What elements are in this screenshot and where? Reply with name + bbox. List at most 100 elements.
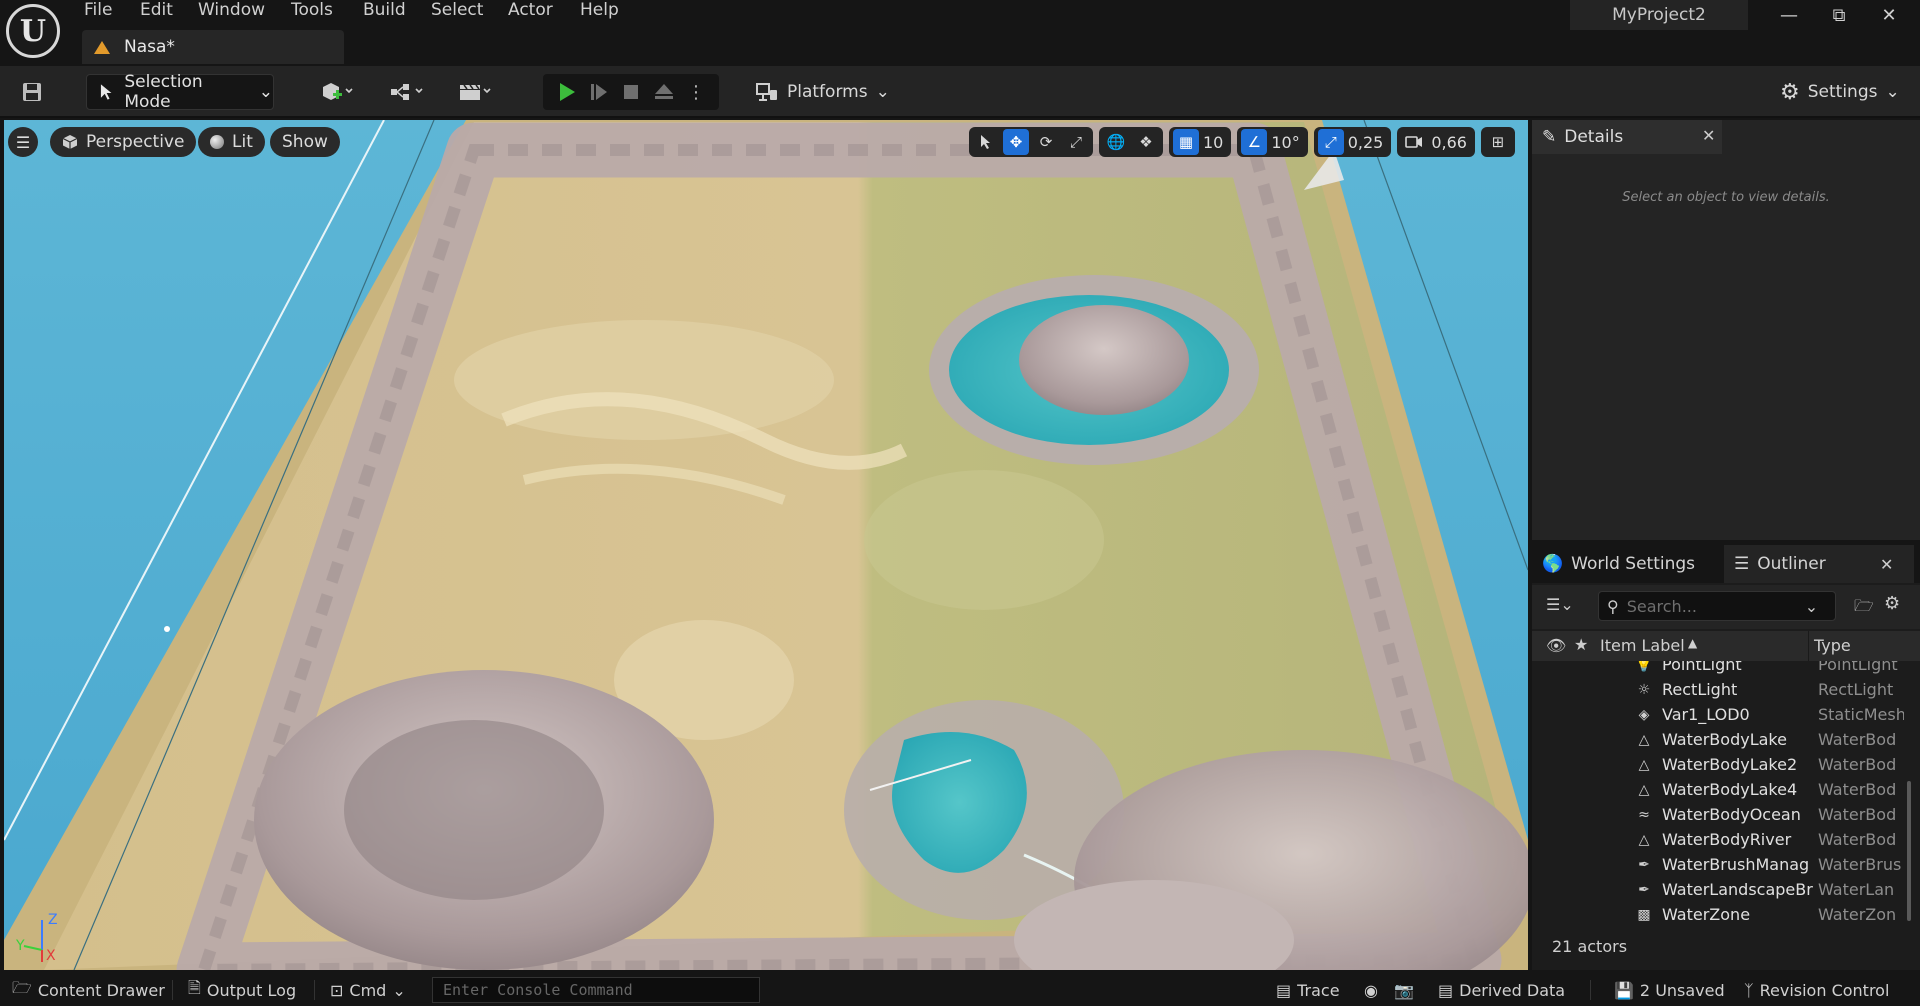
restore-icon[interactable]: ⧉: [1814, 0, 1864, 30]
layout-grid-icon[interactable]: ⊞: [1485, 129, 1511, 155]
perspective-button[interactable]: Perspective: [50, 127, 197, 157]
save-icon[interactable]: [14, 74, 50, 110]
blueprint-button[interactable]: [382, 74, 432, 110]
platforms-icon: [756, 83, 777, 101]
menu-help[interactable]: Help: [580, 0, 619, 20]
play-icon[interactable]: [557, 81, 577, 103]
main-toolbar: Selection Mode ⌄ ⋮ Platforms ⌄ ⚙ Setting…: [0, 66, 1920, 118]
search-box[interactable]: ⚲ ⌄: [1598, 591, 1836, 621]
step-icon[interactable]: [589, 81, 609, 103]
list-item[interactable]: ☼ RectLight RectLight: [1532, 678, 1904, 703]
level-tab[interactable]: Nasa*: [82, 30, 344, 64]
column-type[interactable]: Type: [1814, 636, 1851, 655]
world-globe-icon[interactable]: 🌐: [1103, 129, 1129, 155]
viewport-menu-icon[interactable]: ☰: [8, 127, 38, 157]
revision-control-label: Revision Control: [1759, 980, 1890, 1000]
item-label: WaterBodyOcean: [1662, 805, 1801, 824]
eject-icon[interactable]: [653, 81, 675, 103]
close-icon[interactable]: ✕: [1880, 555, 1893, 574]
list-item[interactable]: △ WaterBodyLake WaterBod: [1532, 728, 1904, 753]
list-item[interactable]: △ WaterBodyRiver WaterBod: [1532, 828, 1904, 853]
console-command-input[interactable]: [432, 977, 760, 1003]
camera-speed-value[interactable]: 0,66: [1431, 133, 1471, 152]
rotation-snap-value[interactable]: 10°: [1271, 133, 1303, 152]
star-icon[interactable]: ★: [1574, 635, 1588, 654]
unreal-logo-icon[interactable]: U: [6, 4, 60, 58]
content-drawer-label: Content Drawer: [37, 980, 165, 1000]
level-viewport[interactable]: ☰ Perspective Lit Show ✥ ⟳ ⤢ 🌐 ❖ ▦ 10 ∠: [4, 120, 1528, 970]
list-item[interactable]: 💡 PointLight PointLight: [1532, 661, 1904, 678]
list-item[interactable]: ≈ WaterBodyOcean WaterBod: [1532, 803, 1904, 828]
output-log-icon: 🗎: [188, 977, 201, 997]
menu-select[interactable]: Select: [431, 0, 483, 20]
scale-snap-icon[interactable]: ⤢: [1317, 129, 1344, 155]
surface-snap-icon[interactable]: ❖: [1133, 129, 1159, 155]
lit-button[interactable]: Lit: [198, 127, 265, 157]
scale-snap-group[interactable]: ⤢ 0,25: [1313, 127, 1392, 157]
list-item[interactable]: △ WaterBodyLake4 WaterBod: [1532, 778, 1904, 803]
tab-world-settings[interactable]: 🌎 World Settings: [1532, 545, 1722, 583]
rotation-snap-icon[interactable]: ∠: [1241, 129, 1268, 155]
item-type: WaterZon: [1818, 905, 1897, 924]
platforms-dropdown[interactable]: Platforms ⌄: [755, 74, 891, 110]
screenshot-icon[interactable]: 📷: [1394, 974, 1414, 1006]
outliner-list: 💡 PointLight PointLight ☼ RectLight Rect…: [1532, 661, 1904, 927]
scrollbar-thumb[interactable]: [1907, 781, 1911, 921]
trace-button[interactable]: ▤ Trace: [1276, 974, 1340, 1006]
menu-window[interactable]: Window: [198, 0, 265, 20]
record-icon[interactable]: ◉: [1364, 974, 1378, 1006]
list-item[interactable]: △ WaterBodyLake2 WaterBod: [1532, 753, 1904, 778]
item-type: WaterLan: [1818, 880, 1895, 899]
stop-icon[interactable]: [621, 81, 641, 103]
content-drawer-button[interactable]: 🗁 Content Drawer: [12, 974, 165, 1006]
minimize-icon[interactable]: —: [1764, 0, 1814, 30]
axis-y-label: Y: [16, 938, 25, 954]
filter-icon[interactable]: ☰⌄: [1546, 595, 1574, 614]
menu-edit[interactable]: Edit: [140, 0, 173, 20]
cinematics-button[interactable]: [450, 74, 500, 110]
rotate-icon[interactable]: ⟳: [1033, 129, 1059, 155]
add-folder-icon[interactable]: 🗁: [1854, 595, 1874, 622]
scale-snap-value[interactable]: 0,25: [1348, 133, 1388, 152]
menu-actor[interactable]: Actor: [508, 0, 553, 20]
unsaved-button[interactable]: 💾 2 Unsaved: [1614, 974, 1725, 1006]
item-type: WaterBod: [1818, 755, 1897, 774]
details-tab[interactable]: ✎ Details: [1532, 120, 1722, 154]
more-options-icon[interactable]: ⋮: [687, 82, 705, 103]
list-item[interactable]: ✒ WaterBrushManag WaterBrus: [1532, 853, 1904, 878]
waterbody-icon: △: [1638, 782, 1650, 798]
column-item-label[interactable]: Item Label: [1600, 636, 1685, 655]
add-actor-button[interactable]: [312, 74, 362, 110]
translate-icon[interactable]: ✥: [1003, 129, 1029, 155]
eye-icon[interactable]: 👁: [1546, 636, 1566, 655]
camera-speed-group[interactable]: 0,66: [1397, 127, 1475, 157]
close-icon[interactable]: ✕: [1702, 126, 1715, 145]
search-input[interactable]: [1626, 596, 1797, 616]
selection-mode-dropdown[interactable]: Selection Mode ⌄: [86, 72, 274, 112]
viewport-layout-group[interactable]: ⊞: [1480, 127, 1515, 157]
cmd-dropdown[interactable]: ⊡ Cmd ⌄: [330, 974, 406, 1006]
revision-control-button[interactable]: ᛉ Revision Control: [1744, 974, 1889, 1006]
chevron-down-icon[interactable]: ⌄: [1805, 597, 1818, 616]
menu-tools[interactable]: Tools: [291, 0, 333, 20]
gear-icon[interactable]: ⚙: [1884, 593, 1900, 614]
output-log-button[interactable]: 🗎 Output Log: [188, 974, 296, 1006]
list-item[interactable]: ✒ WaterLandscapeBr WaterLan: [1532, 878, 1904, 903]
grid-snap-icon[interactable]: ▦: [1173, 129, 1199, 155]
column-divider[interactable]: [1808, 631, 1809, 661]
grid-snap-group[interactable]: ▦ 10: [1169, 127, 1232, 157]
menu-build[interactable]: Build: [363, 0, 406, 20]
select-cursor-icon[interactable]: [973, 129, 999, 155]
camera-icon[interactable]: [1401, 129, 1427, 155]
list-item[interactable]: ▩ WaterZone WaterZon: [1532, 903, 1904, 927]
show-button[interactable]: Show: [270, 127, 340, 157]
derived-data-button[interactable]: ▤ Derived Data: [1438, 974, 1565, 1006]
settings-dropdown[interactable]: ⚙ Settings ⌄: [1780, 74, 1900, 110]
list-item[interactable]: ◈ Var1_LOD0 StaticMesh: [1532, 703, 1904, 728]
scale-icon[interactable]: ⤢: [1063, 129, 1089, 155]
menu-file[interactable]: File: [84, 0, 112, 20]
outliner-scrollbar[interactable]: [1904, 661, 1914, 927]
close-window-icon[interactable]: ✕: [1864, 0, 1914, 30]
grid-snap-value[interactable]: 10: [1203, 133, 1227, 152]
rotation-snap-group[interactable]: ∠ 10°: [1237, 127, 1308, 157]
